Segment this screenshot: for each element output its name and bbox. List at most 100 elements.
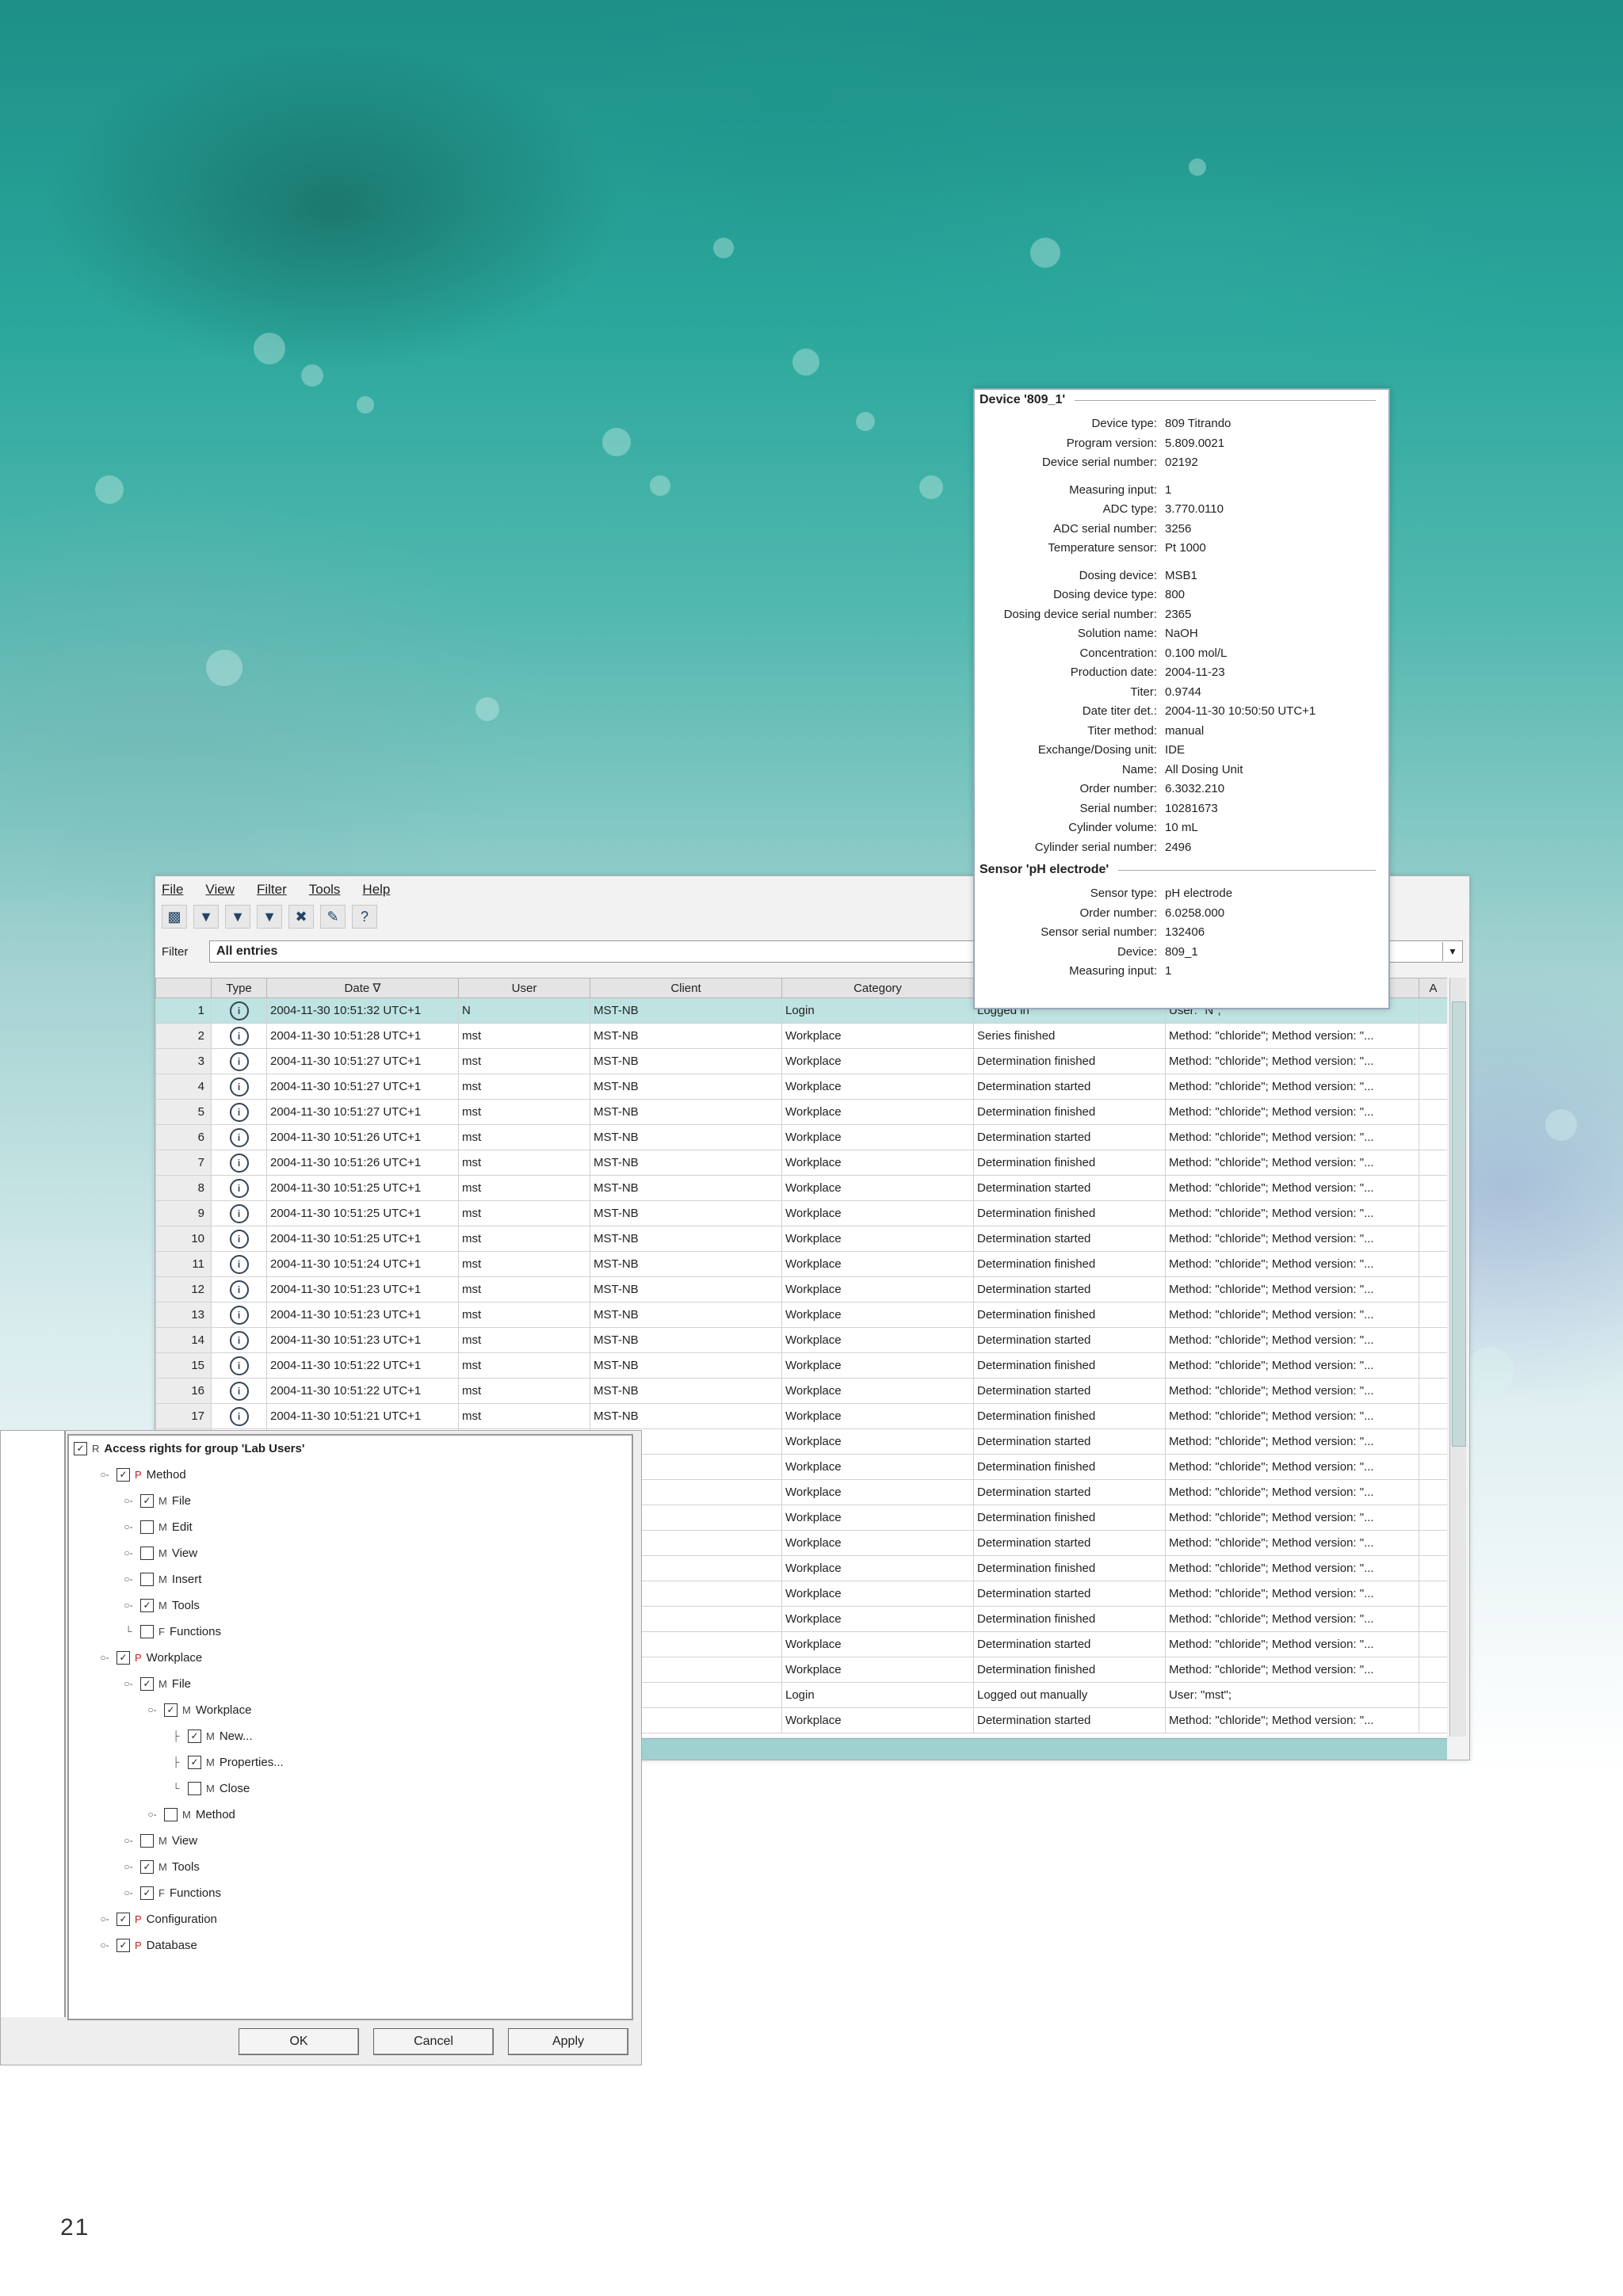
expand-icon[interactable]: ○- <box>97 1913 112 1924</box>
tree-node[interactable]: ○- ✓ P Database <box>97 1934 197 1956</box>
filter-remove-icon[interactable]: ✖ <box>288 905 314 929</box>
permission-checkbox[interactable] <box>140 1572 154 1586</box>
permission-checkbox[interactable]: ✓ <box>140 1886 154 1900</box>
table-row[interactable]: 17 i 2004-11-30 10:51:21 UTC+1 mst MST-NB Wor… <box>155 1403 1447 1429</box>
apply-button[interactable]: Apply <box>508 2028 628 2055</box>
column-header[interactable]: User <box>458 978 590 998</box>
table-row[interactable]: 14 i 2004-11-30 10:51:23 UTC+1 mst MST-NB Wor… <box>155 1327 1447 1353</box>
filter-icon[interactable]: ▼ <box>225 905 250 929</box>
tree-node[interactable]: ○- ✓ M Tools <box>121 1855 200 1878</box>
column-header[interactable]: Type <box>211 978 267 998</box>
expand-icon[interactable]: └ <box>169 1783 183 1794</box>
expand-icon[interactable]: ○- <box>121 1573 136 1585</box>
permission-checkbox[interactable]: ✓ <box>164 1703 178 1717</box>
permission-checkbox[interactable]: ✓ <box>140 1598 154 1612</box>
permission-checkbox[interactable] <box>140 1520 154 1534</box>
permission-checkbox[interactable]: ✓ <box>140 1859 154 1874</box>
tree-node[interactable]: ○- ✓ P Configuration <box>97 1908 217 1930</box>
table-row[interactable]: 9 i 2004-11-30 10:51:25 UTC+1 mst MST-NB Work… <box>155 1200 1447 1226</box>
expand-icon[interactable]: ├ <box>169 1730 183 1741</box>
tree-node[interactable]: ○- ✓ M Tools <box>121 1594 200 1616</box>
table-row[interactable]: 13 i 2004-11-30 10:51:23 UTC+1 mst MST-NB Wor… <box>155 1302 1447 1328</box>
tree-node[interactable]: ○- ✓ M File <box>121 1672 191 1695</box>
menu-help[interactable]: Help <box>362 882 390 898</box>
expand-icon[interactable]: ○- <box>121 1678 136 1689</box>
permission-checkbox[interactable]: ✓ <box>188 1729 201 1743</box>
tree-node[interactable]: ○- ✓ M Workplace <box>145 1699 251 1721</box>
cancel-button[interactable]: Cancel <box>373 2028 494 2055</box>
chevron-down-icon[interactable]: ▼ <box>1442 942 1462 961</box>
tree-node[interactable]: ├ ✓ M Properties... <box>169 1751 284 1773</box>
permission-checkbox[interactable] <box>164 1807 178 1821</box>
permission-checkbox[interactable]: ✓ <box>116 1650 130 1665</box>
permission-checkbox[interactable]: ✓ <box>116 1467 130 1482</box>
expand-icon[interactable]: ○- <box>121 1547 136 1558</box>
tree-node[interactable]: └ M Close <box>169 1777 250 1799</box>
permission-checkbox[interactable] <box>140 1546 154 1560</box>
expand-icon[interactable]: ○- <box>97 1939 112 1951</box>
tree-node[interactable]: ├ ✓ M New... <box>169 1725 253 1747</box>
tree-node[interactable]: ○- M Method <box>145 1803 235 1825</box>
expand-icon[interactable]: ├ <box>169 1756 183 1768</box>
column-header[interactable] <box>155 978 212 998</box>
menu-file[interactable]: File <box>162 882 183 898</box>
tree-node[interactable]: ○- M Insert <box>121 1568 201 1590</box>
expand-icon[interactable]: ○- <box>121 1835 136 1846</box>
permission-checkbox[interactable] <box>188 1781 201 1795</box>
tree-node[interactable]: ○- M View <box>121 1542 197 1564</box>
tree-node[interactable]: ○- ✓ P Method <box>97 1463 186 1486</box>
menu-filter[interactable]: Filter <box>257 882 287 898</box>
expand-icon[interactable]: ○- <box>121 1495 136 1506</box>
tree-node[interactable]: ○- ✓ M File <box>121 1489 191 1512</box>
expand-icon[interactable]: ○- <box>121 1521 136 1532</box>
table-row[interactable]: 11 i 2004-11-30 10:51:24 UTC+1 mst MST-NB Wor… <box>155 1251 1447 1277</box>
expand-icon[interactable]: ○- <box>97 1469 112 1480</box>
table-row[interactable]: 10 i 2004-11-30 10:51:25 UTC+1 mst MST-NB Wor… <box>155 1226 1447 1252</box>
expand-icon[interactable]: ○- <box>121 1887 136 1898</box>
filter-icon[interactable]: ▼ <box>257 905 282 929</box>
tree-node[interactable]: ○- M View <box>121 1829 197 1852</box>
edit-icon[interactable]: ✎ <box>320 905 346 929</box>
table-row[interactable]: 5 i 2004-11-30 10:51:27 UTC+1 mst MST-NB Work… <box>155 1099 1447 1125</box>
table-row[interactable]: 6 i 2004-11-30 10:51:26 UTC+1 mst MST-NB Work… <box>155 1124 1447 1150</box>
column-header[interactable]: Client <box>590 978 782 998</box>
table-row[interactable]: 8 i 2004-11-30 10:51:25 UTC+1 mst MST-NB Work… <box>155 1175 1447 1201</box>
tree-node[interactable]: ○- ✓ F Functions <box>121 1882 221 1904</box>
scrollbar-thumb[interactable] <box>1452 1001 1466 1447</box>
expand-icon[interactable]: ○- <box>121 1861 136 1872</box>
vertical-scrollbar[interactable] <box>1449 978 1466 1737</box>
expand-icon[interactable]: └ <box>121 1626 136 1637</box>
help-icon[interactable]: ? <box>352 905 377 929</box>
table-row[interactable]: 2 i 2004-11-30 10:51:28 UTC+1 mst MST-NB Work… <box>155 1023 1447 1049</box>
save-icon[interactable]: ▩ <box>162 905 187 929</box>
column-header[interactable]: Date ∇ <box>266 978 459 998</box>
permission-checkbox[interactable]: ✓ <box>116 1938 130 1952</box>
permission-checkbox[interactable]: ✓ <box>74 1441 87 1455</box>
permission-checkbox[interactable] <box>140 1833 154 1848</box>
expand-icon[interactable]: ○- <box>145 1809 159 1820</box>
ok-button[interactable]: OK <box>239 2028 359 2055</box>
menu-tools[interactable]: Tools <box>309 882 341 898</box>
table-row[interactable]: 4 i 2004-11-30 10:51:27 UTC+1 mst MST-NB Work… <box>155 1074 1447 1100</box>
expand-icon[interactable]: ○- <box>121 1600 136 1611</box>
column-header[interactable]: Category <box>781 978 974 998</box>
table-row[interactable]: 7 i 2004-11-30 10:51:26 UTC+1 mst MST-NB Work… <box>155 1150 1447 1176</box>
permission-checkbox[interactable]: ✓ <box>188 1755 201 1769</box>
table-row[interactable]: 16 i 2004-11-30 10:51:22 UTC+1 mst MST-NB Wor… <box>155 1378 1447 1404</box>
tree-node[interactable]: └ F Functions <box>121 1620 221 1642</box>
table-row[interactable]: 12 i 2004-11-30 10:51:23 UTC+1 mst MST-NB Wor… <box>155 1276 1447 1302</box>
tree-node[interactable]: ○- ✓ P Workplace <box>97 1646 202 1669</box>
permission-checkbox[interactable] <box>140 1624 154 1638</box>
expand-icon[interactable]: ○- <box>97 1652 112 1663</box>
permission-checkbox[interactable]: ✓ <box>140 1493 154 1508</box>
permission-checkbox[interactable]: ✓ <box>140 1676 154 1691</box>
tree-node[interactable]: ✓ R Access rights for group 'Lab Users' <box>74 1437 304 1459</box>
tree-node[interactable]: ○- M Edit <box>121 1516 193 1538</box>
filter-icon[interactable]: ▼ <box>193 905 219 929</box>
column-header[interactable]: A <box>1419 978 1447 998</box>
expand-icon[interactable]: ○- <box>145 1704 159 1715</box>
table-row[interactable]: 15 i 2004-11-30 10:51:22 UTC+1 mst MST-NB Wor… <box>155 1352 1447 1379</box>
menu-view[interactable]: View <box>205 882 235 898</box>
table-row[interactable]: 3 i 2004-11-30 10:51:27 UTC+1 mst MST-NB Work… <box>155 1048 1447 1074</box>
permission-checkbox[interactable]: ✓ <box>116 1912 130 1926</box>
